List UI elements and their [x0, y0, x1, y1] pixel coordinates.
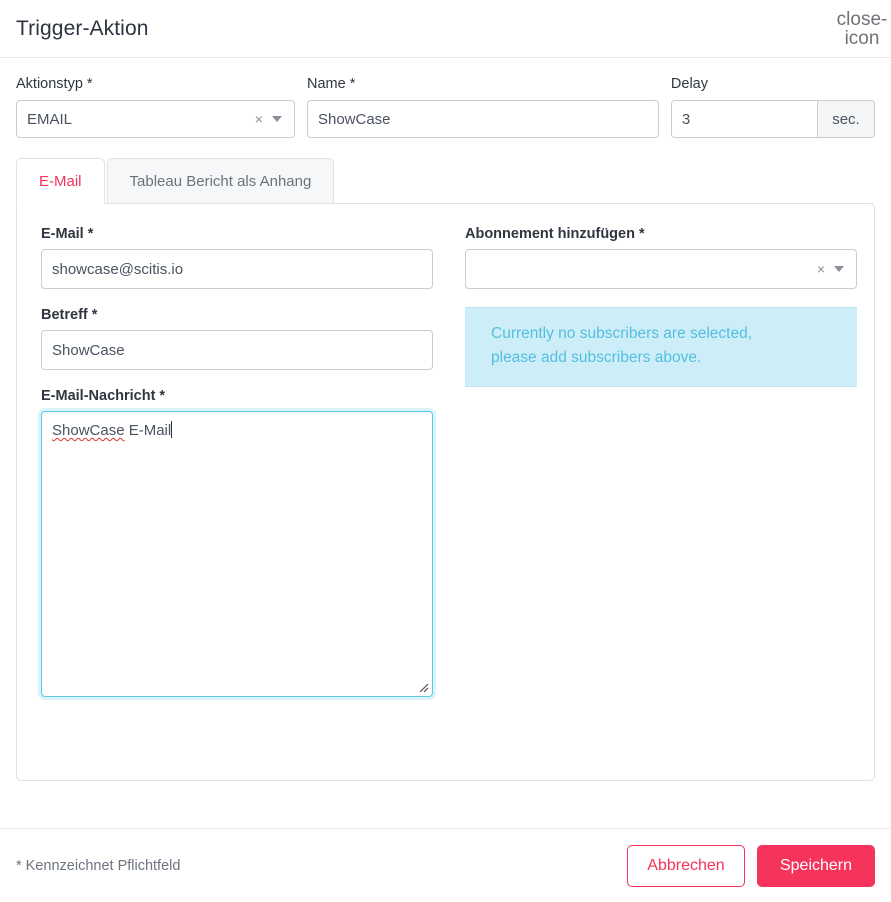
subject-field-group: Betreff * ShowCase — [41, 307, 433, 370]
required-field-note: * Kennzeichnet Pflichtfeld — [16, 857, 181, 874]
email-input[interactable]: showcase@scitis.io — [41, 249, 433, 289]
message-field-group: E-Mail-Nachricht * ShowCase E-Mail — [41, 388, 433, 697]
info-line-1: Currently no subscribers are selected, — [491, 325, 753, 342]
name-field-group: Name * ShowCase — [306, 76, 659, 138]
subscription-select[interactable]: × — [465, 249, 857, 289]
action-type-label: Aktionstyp * — [16, 76, 93, 92]
delay-label: Delay — [670, 76, 708, 92]
name-input[interactable]: ShowCase — [306, 100, 659, 138]
top-fields-row: Aktionstyp * EMAIL × Name * ShowCase Del… — [16, 76, 875, 138]
subject-input[interactable]: ShowCase — [41, 330, 433, 370]
chevron-down-icon[interactable] — [271, 116, 282, 122]
dialog-body: Aktionstyp * EMAIL × Name * ShowCase Del… — [0, 58, 891, 828]
message-value-misspelled: ShowCase — [52, 422, 125, 439]
resize-handle-icon[interactable] — [417, 681, 429, 693]
delay-value: 3 — [681, 110, 691, 128]
name-value: ShowCase — [317, 110, 391, 128]
delay-input-group: 3 sec. — [670, 100, 875, 138]
email-right-column: Abonnement hinzufügen * × Currently no s… — [465, 226, 857, 780]
action-type-value: EMAIL — [27, 110, 73, 128]
tab-tableau-report-attachment[interactable]: Tableau Bericht als Anhang — [106, 158, 335, 204]
dialog-footer: * Kennzeichnet Pflichtfeld Abbrechen Spe… — [0, 828, 891, 902]
email-label: E-Mail * — [41, 226, 94, 242]
delay-unit-addon: sec. — [816, 101, 874, 137]
dialog-header: Trigger-Aktion close-icon — [0, 0, 891, 58]
subject-label: Betreff * — [41, 307, 98, 323]
text-cursor — [171, 421, 173, 438]
save-button[interactable]: Speichern — [757, 844, 875, 887]
action-type-select[interactable]: EMAIL × — [16, 100, 295, 138]
footer-actions: Abbrechen Speichern — [627, 844, 875, 887]
action-type-field-group: Aktionstyp * EMAIL × — [16, 76, 295, 138]
subject-value: ShowCase — [52, 341, 125, 359]
chevron-down-icon[interactable] — [834, 266, 844, 272]
delay-input[interactable]: 3 — [671, 101, 817, 137]
trigger-action-dialog: Trigger-Aktion close-icon Aktionstyp * E… — [0, 0, 891, 902]
clear-icon[interactable]: × — [813, 262, 834, 276]
page-title: Trigger-Aktion — [16, 16, 149, 40]
email-left-column: E-Mail * showcase@scitis.io Betreff * Sh… — [41, 226, 433, 780]
subscription-label: Abonnement hinzufügen * — [465, 226, 645, 242]
email-value: showcase@scitis.io — [52, 260, 184, 278]
clear-icon[interactable]: × — [251, 112, 272, 126]
cancel-button[interactable]: Abbrechen — [627, 844, 745, 887]
no-subscribers-info: Currently no subscribers are selected, p… — [465, 307, 857, 388]
email-field-group: E-Mail * showcase@scitis.io — [41, 226, 433, 289]
tab-bar: E-Mail Tableau Bericht als Anhang — [16, 158, 875, 204]
tab-email[interactable]: E-Mail — [16, 158, 105, 204]
info-line-2: please add subscribers above. — [491, 349, 702, 367]
subscription-field-group: Abonnement hinzufügen * × — [465, 226, 857, 289]
close-icon[interactable]: close-icon — [837, 10, 888, 48]
message-value-rest: E-Mail — [124, 422, 172, 439]
tab-panel-email: E-Mail * showcase@scitis.io Betreff * Sh… — [16, 203, 875, 781]
message-textarea[interactable]: ShowCase E-Mail — [41, 411, 433, 697]
message-label: E-Mail-Nachricht * — [41, 388, 166, 404]
name-label: Name * — [306, 76, 356, 92]
delay-field-group: Delay 3 sec. — [670, 76, 875, 138]
